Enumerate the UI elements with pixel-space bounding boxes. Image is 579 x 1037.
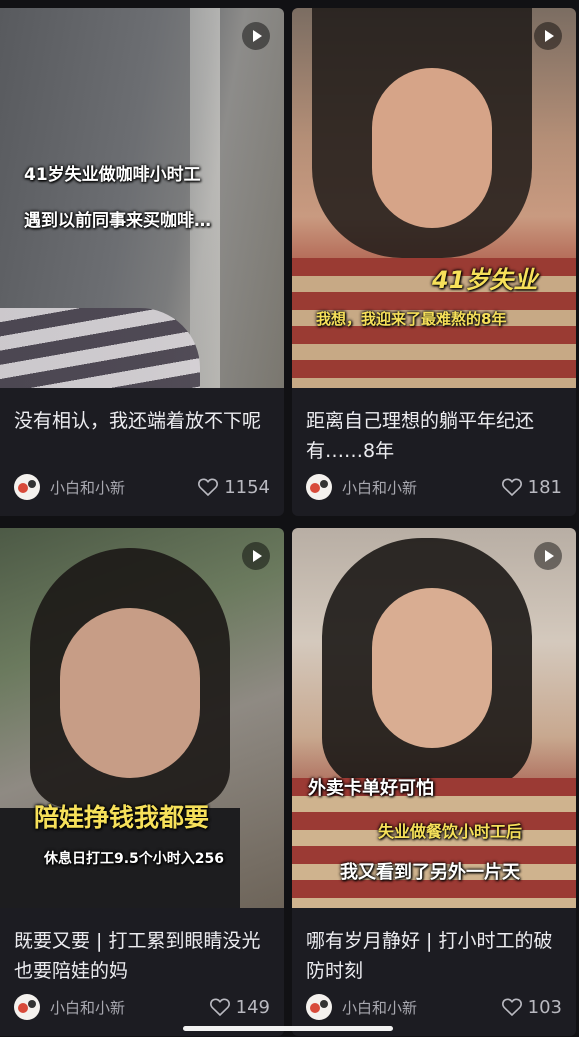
overlay-line: 我又看到了另外一片天 <box>340 862 520 883</box>
heart-icon[interactable] <box>501 998 522 1016</box>
author-name[interactable]: 小白和小新 <box>50 997 125 1018</box>
like-button[interactable]: 1154 <box>198 477 270 498</box>
video-thumbnail[interactable]: 陪娃挣钱我都要 休息日打工9.5个小时入256 <box>0 528 284 908</box>
overlay-caption: 陪娃挣钱我都要 <box>34 798 284 834</box>
overlay-caption: 失业做餐饮小时工后 <box>378 818 576 842</box>
overlay-line: 41岁失业做咖啡小时工 <box>24 165 201 185</box>
author[interactable]: 小白和小新 <box>306 474 417 500</box>
play-icon[interactable] <box>534 542 562 570</box>
overlay-line: 我想，我迎来了最难熬的8年 <box>316 310 507 328</box>
card-meta: 小白和小新 149 <box>14 994 270 1020</box>
overlay-line: 41岁失业 <box>432 266 538 294</box>
author[interactable]: 小白和小新 <box>14 994 125 1020</box>
avatar[interactable] <box>14 474 40 500</box>
avatar[interactable] <box>306 994 332 1020</box>
video-title[interactable]: 没有相认，我还端着放不下呢 <box>14 406 270 468</box>
overlay-line: 失业做餐饮小时工后 <box>378 822 523 841</box>
overlay-caption: 41岁失业 <box>432 260 576 295</box>
author-name[interactable]: 小白和小新 <box>50 477 125 498</box>
like-count: 1154 <box>224 476 270 498</box>
heart-icon[interactable] <box>198 478 219 496</box>
video-thumbnail[interactable]: 41岁失业做咖啡小时工 遇到以前同事来买咖啡… <box>0 8 284 388</box>
thumbnail-decor <box>60 608 200 778</box>
thumbnail-decor <box>190 8 220 388</box>
card-meta: 小白和小新 1154 <box>14 474 270 500</box>
home-indicator[interactable] <box>183 1026 393 1031</box>
card-meta: 小白和小新 103 <box>306 994 562 1020</box>
overlay-line: 遇到以前同事来买咖啡… <box>24 211 211 231</box>
video-thumbnail[interactable]: 外卖卡单好可怕 失业做餐饮小时工后 我又看到了另外一片天 <box>292 528 576 908</box>
heart-icon[interactable] <box>209 998 230 1016</box>
overlay-caption: 休息日打工9.5个小时入256 <box>44 848 284 868</box>
overlay-caption: 遇到以前同事来买咖啡… <box>24 206 284 231</box>
video-card[interactable]: 外卖卡单好可怕 失业做餐饮小时工后 我又看到了另外一片天 哪有岁月静好 | 打小… <box>292 528 576 1036</box>
card-meta: 小白和小新 181 <box>306 474 562 500</box>
like-button[interactable]: 181 <box>501 476 562 498</box>
avatar[interactable] <box>306 474 332 500</box>
video-grid: 41岁失业做咖啡小时工 遇到以前同事来买咖啡… 没有相认，我还端着放不下呢 小白… <box>0 8 579 1036</box>
like-count: 149 <box>235 996 270 1018</box>
play-icon[interactable] <box>242 542 270 570</box>
overlay-caption: 我又看到了另外一片天 <box>340 858 576 884</box>
like-count: 181 <box>527 476 562 498</box>
video-card[interactable]: 41岁失业做咖啡小时工 遇到以前同事来买咖啡… 没有相认，我还端着放不下呢 小白… <box>0 8 284 516</box>
overlay-caption: 41岁失业做咖啡小时工 <box>24 160 284 185</box>
overlay-caption: 我想，我迎来了最难熬的8年 <box>316 308 576 329</box>
overlay-line: 外卖卡单好可怕 <box>308 778 434 799</box>
video-card[interactable]: 41岁失业 我想，我迎来了最难熬的8年 距离自己理想的躺平年纪还有……8年 小白… <box>292 8 576 516</box>
author-name[interactable]: 小白和小新 <box>342 477 417 498</box>
thumbnail-decor <box>0 308 200 388</box>
video-card[interactable]: 陪娃挣钱我都要 休息日打工9.5个小时入256 既要又要 | 打工累到眼睛没光也… <box>0 528 284 1036</box>
overlay-caption: 外卖卡单好可怕 <box>308 774 576 800</box>
author[interactable]: 小白和小新 <box>306 994 417 1020</box>
avatar[interactable] <box>14 994 40 1020</box>
author[interactable]: 小白和小新 <box>14 474 125 500</box>
video-title[interactable]: 哪有岁月静好 | 打小时工的破防时刻 <box>306 926 562 988</box>
video-title[interactable]: 距离自己理想的躺平年纪还有……8年 <box>306 406 562 468</box>
heart-icon[interactable] <box>501 478 522 496</box>
like-button[interactable]: 103 <box>501 996 562 1018</box>
play-icon[interactable] <box>534 22 562 50</box>
thumbnail-decor <box>372 68 492 228</box>
like-count: 103 <box>527 996 562 1018</box>
overlay-line: 陪娃挣钱我都要 <box>34 803 210 832</box>
author-name[interactable]: 小白和小新 <box>342 997 417 1018</box>
play-icon[interactable] <box>242 22 270 50</box>
thumbnail-decor <box>372 588 492 748</box>
like-button[interactable]: 149 <box>209 996 270 1018</box>
video-thumbnail[interactable]: 41岁失业 我想，我迎来了最难熬的8年 <box>292 8 576 388</box>
video-title[interactable]: 既要又要 | 打工累到眼睛没光也要陪娃的妈 <box>14 926 270 988</box>
overlay-line: 休息日打工9.5个小时入256 <box>44 851 225 867</box>
